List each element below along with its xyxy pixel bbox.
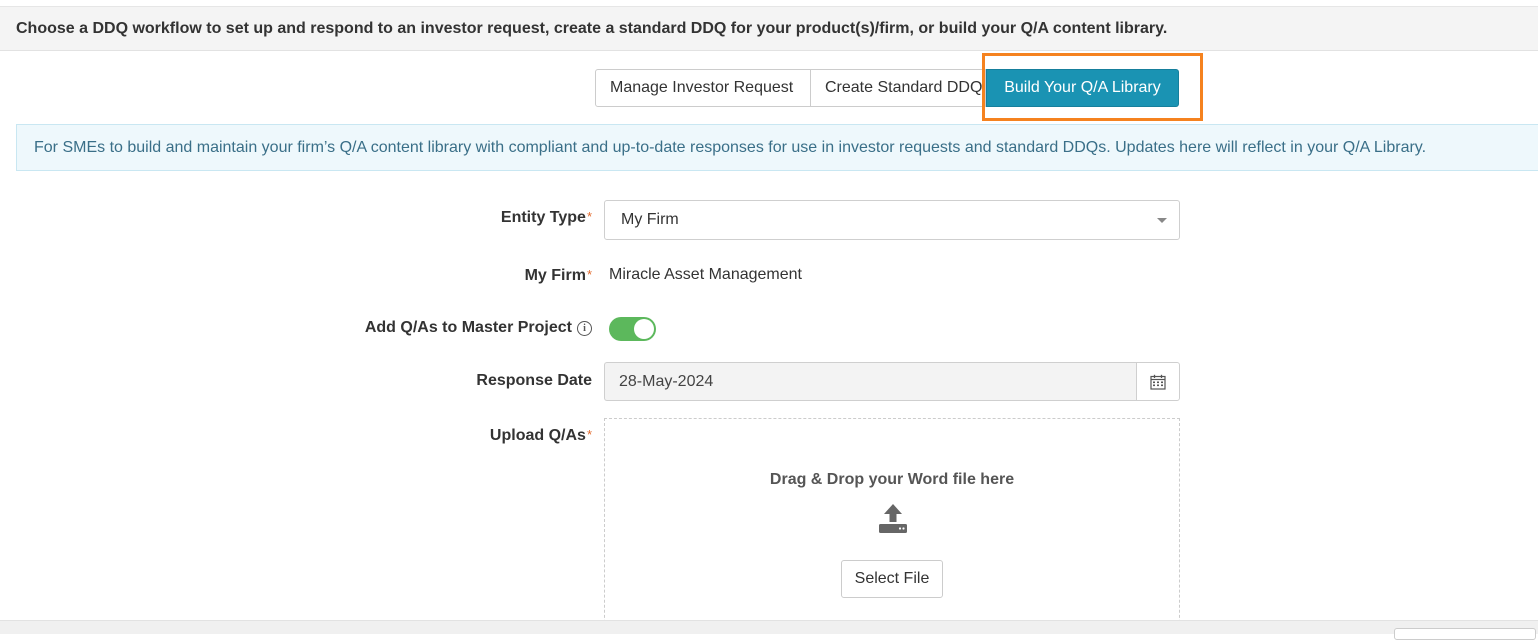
entity-type-label-text: Entity Type <box>500 209 586 226</box>
add-to-master-label-text: Add Q/As to Master Project <box>364 319 572 336</box>
info-icon[interactable]: i <box>577 321 592 336</box>
entity-type-label: Entity Type* <box>501 209 592 227</box>
response-date-input[interactable]: 28-May-2024 <box>604 362 1137 401</box>
top-divider <box>0 0 1538 7</box>
upload-icon <box>879 504 907 533</box>
workflow-instruction-text: Choose a DDQ workflow to set up and resp… <box>16 19 1168 37</box>
workflow-tab-group: Manage Investor Request Create Standard … <box>595 69 1179 107</box>
toggle-knob <box>634 319 654 339</box>
add-to-master-label: Add Q/As to Master Project i <box>365 319 592 337</box>
dropdown-caret-icon <box>1157 218 1167 223</box>
info-banner-text: For SMEs to build and maintain your firm… <box>34 138 1427 156</box>
entity-type-value: My Firm <box>621 211 679 228</box>
upload-qas-label: Upload Q/As* <box>490 427 592 445</box>
required-marker: * <box>586 427 592 442</box>
upload-qas-label-text: Upload Q/As <box>489 427 586 444</box>
entity-type-select[interactable]: My Firm <box>604 200 1180 240</box>
my-firm-label: My Firm* <box>525 267 592 285</box>
calendar-button[interactable] <box>1136 362 1180 401</box>
info-banner: For SMEs to build and maintain your firm… <box>16 124 1538 171</box>
tab-create-standard-ddq[interactable]: Create Standard DDQ <box>811 69 986 107</box>
response-date-value: 28-May-2024 <box>619 372 714 390</box>
tab-manage-investor-request[interactable]: Manage Investor Request <box>595 69 811 107</box>
my-firm-label-text: My Firm <box>524 267 586 284</box>
tab-build-qa-library[interactable]: Build Your Q/A Library <box>986 69 1179 107</box>
add-to-master-toggle[interactable] <box>609 317 656 341</box>
my-firm-value: Miracle Asset Management <box>609 266 802 283</box>
footer-button[interactable] <box>1394 628 1536 640</box>
select-file-button[interactable]: Select File <box>841 560 943 598</box>
response-date-label: Response Date <box>476 372 592 389</box>
calendar-icon <box>1150 374 1166 390</box>
workflow-instruction-bar: Choose a DDQ workflow to set up and resp… <box>0 7 1538 51</box>
footer-bar <box>0 620 1538 634</box>
upload-dropzone[interactable]: Drag & Drop your Word file here Select F… <box>604 418 1180 633</box>
dropzone-text: Drag & Drop your Word file here <box>769 471 1015 488</box>
required-marker: * <box>586 267 592 282</box>
required-marker: * <box>586 209 592 224</box>
